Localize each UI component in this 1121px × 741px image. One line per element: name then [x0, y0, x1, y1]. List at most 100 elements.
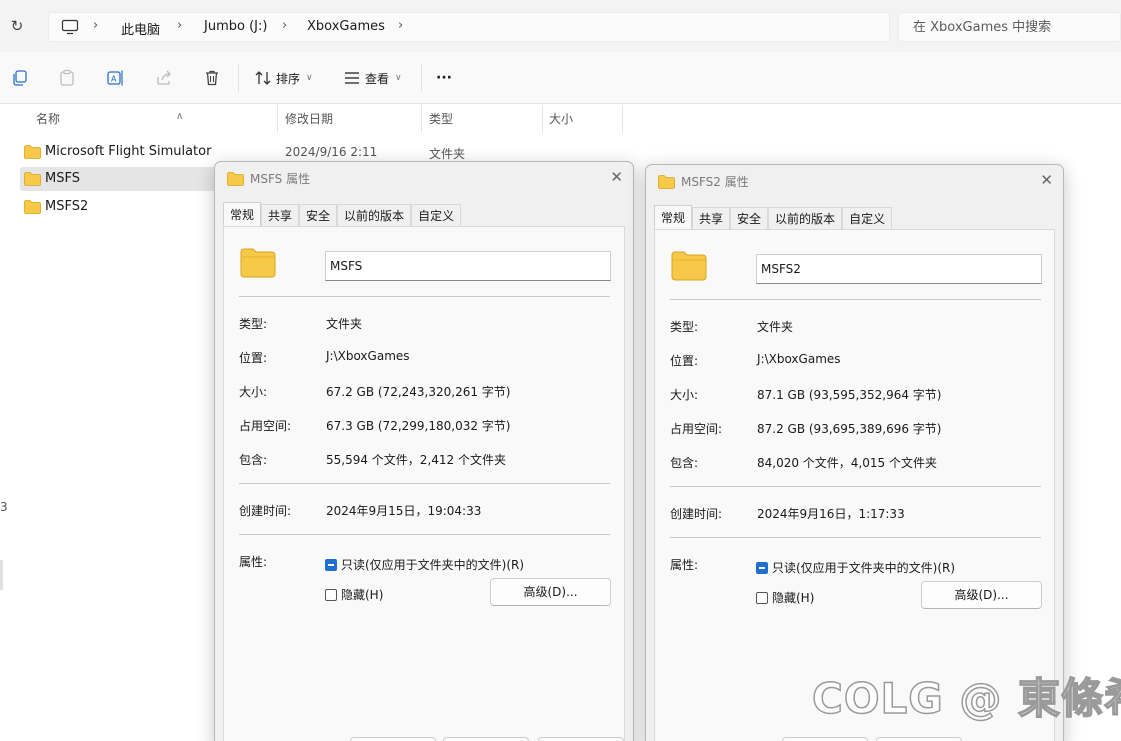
size-value: 67.2 GB (72,243,320,261 字节) [326, 385, 511, 399]
column-header-type[interactable]: 类型 [421, 105, 543, 133]
folder-name-input[interactable] [757, 255, 1041, 283]
refresh-icon[interactable]: ↻ [8, 17, 26, 35]
location-value: J:\XboxGames [757, 352, 841, 366]
tab-previous-versions[interactable]: 以前的版本 [337, 204, 412, 227]
search-input[interactable] [899, 13, 1120, 41]
general-panel: 类型: 文件夹 位置: J:\XboxGames 大小: 67.2 GB (72… [223, 226, 625, 741]
checkbox-empty-icon [325, 588, 337, 601]
column-header-row: 名称 ∧ 修改日期 类型 大小 [0, 105, 1121, 133]
file-modified: 2024/9/16 2:11 [285, 145, 378, 159]
tab-customize[interactable]: 自定义 [842, 207, 893, 230]
copy-icon [13, 70, 27, 86]
readonly-checkbox[interactable]: 只读(仅应用于文件夹中的文件)(R) [325, 556, 524, 573]
paste-icon [60, 69, 74, 86]
type-label: 类型: [670, 320, 699, 334]
share-icon [157, 70, 171, 85]
properties-dialog-msfs2: MSFS2 属性 ✕ 常规 共享 安全 以前的版本 自定义 类型: 文件夹 位置… [645, 164, 1064, 741]
tab-sharing[interactable]: 共享 [261, 204, 300, 227]
advanced-button[interactable]: 高级(D)... [490, 578, 611, 606]
dialog-title-text: MSFS2 属性 [681, 175, 749, 189]
readonly-checkbox[interactable]: 只读(仅应用于文件夹中的文件)(R) [756, 559, 955, 576]
tab-customize[interactable]: 自定义 [411, 204, 462, 227]
toolbar-divider [421, 64, 422, 92]
column-header-name[interactable]: 名称 ∧ [28, 105, 278, 133]
size-on-disk-value: 87.2 GB (93,695,389,696 字节) [757, 422, 942, 436]
tab-general[interactable]: 常规 [654, 205, 693, 230]
paste-button[interactable] [58, 66, 76, 90]
cancel-button[interactable] [876, 737, 962, 741]
ok-button[interactable] [350, 737, 436, 741]
folder-name-input[interactable] [326, 252, 610, 280]
column-header-size[interactable]: 大小 [541, 105, 623, 133]
type-value: 文件夹 [757, 320, 794, 334]
address-bar[interactable]: › 此电脑 › Jumbo (J:) › XboxGames › [48, 12, 890, 42]
rename-icon: A [107, 70, 123, 86]
sort-icon [255, 71, 271, 85]
folder-name-field[interactable] [325, 251, 611, 281]
apply-button[interactable] [538, 737, 624, 741]
divider [239, 483, 610, 484]
file-type: 文件夹 [429, 147, 466, 161]
sort-button[interactable]: 排序 ∨ [254, 66, 313, 90]
tab-previous-versions[interactable]: 以前的版本 [768, 207, 843, 230]
tab-security[interactable]: 安全 [299, 204, 338, 227]
folder-name-field[interactable] [756, 254, 1042, 284]
dialog-tabs: 常规 共享 安全 以前的版本 自定义 [223, 202, 462, 227]
breadcrumb-chevron-icon[interactable]: › [93, 18, 98, 33]
command-bar: A 排序 ∨ 查看 ∨ ··· [0, 52, 1121, 104]
tab-general[interactable]: 常规 [223, 202, 262, 227]
ok-button[interactable] [782, 737, 868, 741]
rename-button[interactable]: A [106, 66, 124, 90]
attributes-label: 属性: [239, 555, 268, 569]
dialog-title-text: MSFS 属性 [250, 172, 311, 186]
location-label: 位置: [670, 354, 699, 368]
copy-button[interactable] [11, 66, 29, 90]
breadcrumb-chevron-icon[interactable]: › [177, 18, 182, 33]
view-button[interactable]: 查看 ∨ [343, 66, 402, 90]
share-button[interactable] [155, 66, 173, 90]
folder-large-icon [671, 251, 707, 281]
folder-icon [658, 174, 675, 189]
location-value: J:\XboxGames [326, 349, 410, 363]
divider [670, 537, 1041, 538]
delete-button[interactable] [203, 66, 221, 90]
type-label: 类型: [239, 317, 268, 331]
sidebar-scrollbar[interactable] [0, 560, 3, 590]
advanced-button[interactable]: 高级(D)... [921, 581, 1042, 609]
type-value: 文件夹 [326, 317, 363, 331]
dialog-title: MSFS2 属性 [658, 173, 749, 190]
created-value: 2024年9月15日，19:04:33 [326, 504, 482, 518]
breadcrumb-xboxgames[interactable]: XboxGames [307, 19, 385, 34]
hidden-checkbox[interactable]: 隐藏(H) [756, 589, 814, 606]
checkbox-empty-icon [756, 591, 768, 604]
contains-value: 55,594 个文件，2,412 个文件夹 [326, 453, 506, 467]
chevron-down-icon: ∨ [395, 73, 402, 83]
breadcrumb-chevron-icon[interactable]: › [398, 18, 403, 33]
size-value: 87.1 GB (93,595,352,964 字节) [757, 388, 942, 402]
more-options-button[interactable]: ··· [436, 66, 452, 90]
breadcrumb-drive[interactable]: Jumbo (J:) [204, 19, 267, 34]
column-header-modified[interactable]: 修改日期 [277, 105, 422, 133]
close-icon[interactable]: ✕ [1040, 171, 1053, 189]
tab-sharing[interactable]: 共享 [692, 207, 731, 230]
column-name-label: 名称 [36, 112, 61, 126]
watermark-text: COLG @ 東條希 [811, 673, 1121, 724]
folder-icon [227, 171, 244, 186]
breadcrumb-this-pc[interactable]: 此电脑 [121, 19, 160, 38]
sort-label: 排序 [276, 71, 301, 86]
size-on-disk-value: 67.3 GB (72,299,180,032 字节) [326, 419, 511, 433]
close-icon[interactable]: ✕ [610, 168, 623, 186]
dialog-tabs: 常规 共享 安全 以前的版本 自定义 [654, 205, 893, 230]
tab-security[interactable]: 安全 [730, 207, 769, 230]
breadcrumb-chevron-icon[interactable]: › [282, 18, 287, 33]
this-pc-icon [61, 19, 79, 35]
address-row: ↻ › 此电脑 › Jumbo (J:) › XboxGames › [0, 0, 1121, 52]
sort-up-icon: ∧ [176, 111, 184, 122]
attributes-label: 属性: [670, 558, 699, 572]
search-box[interactable] [898, 12, 1121, 42]
divider [239, 534, 610, 535]
cancel-button[interactable] [443, 737, 529, 741]
chevron-down-icon: ∨ [306, 73, 313, 83]
hidden-checkbox[interactable]: 隐藏(H) [325, 586, 383, 603]
watermark: COLG @ 東條希 [811, 670, 1121, 724]
